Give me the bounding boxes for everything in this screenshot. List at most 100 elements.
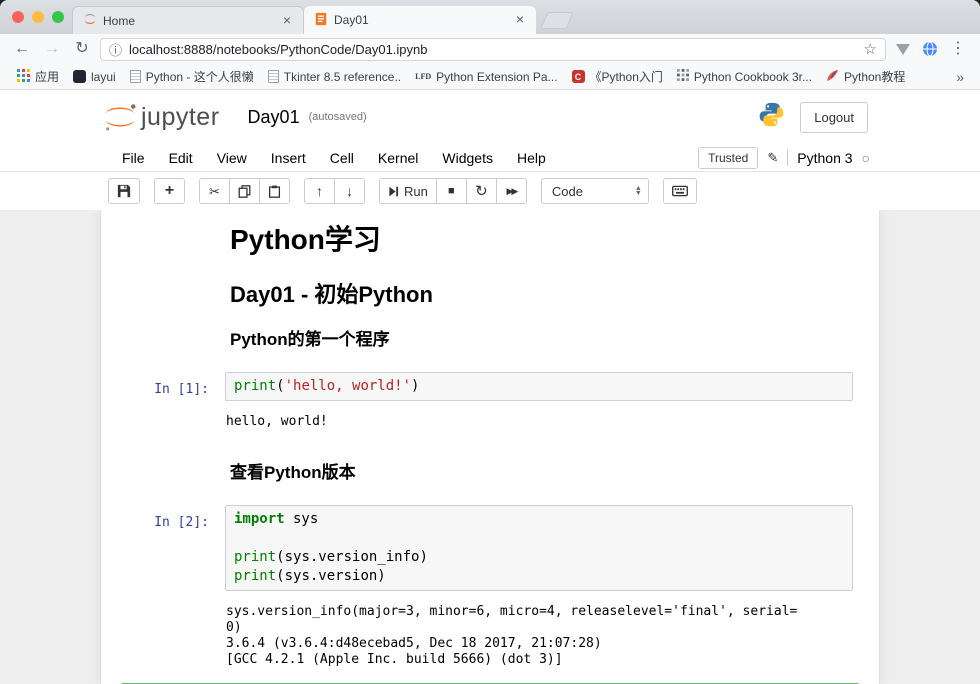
run-cell-button[interactable]: Run [379, 178, 437, 204]
markdown-cell-h2[interactable]: Day01 - 初始Python [121, 270, 859, 320]
new-tab-button[interactable] [541, 12, 574, 29]
code-token: (sys.version_info) [276, 549, 428, 565]
tab-close-icon[interactable]: × [279, 13, 295, 29]
menu-file[interactable]: File [110, 146, 157, 170]
prompt-spacer [127, 326, 225, 354]
insert-cell-button[interactable]: + [154, 178, 185, 204]
markdown-cell-h3-first-program[interactable]: Python的第一个程序 [121, 320, 859, 360]
save-button[interactable] [108, 178, 140, 204]
cell-output-2: sys.version_info(major=3, minor=6, micro… [225, 598, 853, 676]
page-favicon [268, 70, 279, 83]
cell-type-select[interactable]: Code ▲▼ [541, 178, 649, 204]
paste-cell-button[interactable] [259, 178, 290, 204]
bookmark-label: 《Python入门 [590, 68, 663, 85]
menubar-right: Trusted ✎ Python 3 ○ [698, 147, 870, 169]
code-cell-1[interactable]: In [1]: print('hello, world!') [121, 366, 859, 407]
logout-button[interactable]: Logout [800, 102, 868, 133]
jupyter-header: jupyter Day01 (autosaved) Logout [0, 90, 980, 144]
grid-favicon [677, 69, 689, 84]
code-editor-1[interactable]: print('hello, world!') [225, 372, 853, 401]
bookmark-label: Python Extension Pa... [436, 70, 557, 84]
layui-favicon [73, 70, 86, 83]
menu-view[interactable]: View [205, 146, 259, 170]
interrupt-kernel-button[interactable]: ■ [436, 178, 467, 204]
fast-forward-icon: ▶▶ [506, 187, 516, 196]
code-editor-2[interactable]: import sys print(sys.version_info) print… [225, 505, 853, 591]
bookmark-label: 应用 [35, 68, 59, 85]
arrow-down-icon: ↓ [346, 184, 353, 198]
bookmark-apps[interactable]: 应用 [10, 64, 66, 89]
heading-python-study: Python学习 [230, 224, 848, 256]
keyboard-icon [672, 185, 688, 197]
bookmark-python-blog[interactable]: Python - 这个人很懒 [123, 64, 261, 89]
browser-tab-day01[interactable]: Day01 × [304, 6, 536, 34]
restart-icon: ↻ [475, 184, 488, 199]
bookmark-layui[interactable]: layui [66, 64, 123, 89]
jupyter-wordmark: jupyter [141, 103, 220, 132]
bookmark-label: Tkinter 8.5 reference.. [284, 70, 401, 84]
menu-help[interactable]: Help [505, 146, 558, 170]
autosave-status: (autosaved) [309, 111, 367, 123]
code-line: print(sys.version) [234, 567, 844, 586]
forward-icon[interactable]: → [40, 37, 64, 61]
window-close-button[interactable] [12, 11, 24, 23]
code-cell-2[interactable]: In [2]: import sys print(sys.version_inf… [121, 499, 859, 597]
menu-insert[interactable]: Insert [259, 146, 318, 170]
window-zoom-button[interactable] [52, 11, 64, 23]
markdown-cell-h3-version[interactable]: 查看Python版本 [121, 439, 859, 493]
code-token: ) [411, 378, 419, 394]
bookmark-python-extension[interactable]: LFD Python Extension Pa... [408, 64, 564, 89]
window-minimize-button[interactable] [32, 11, 44, 23]
address-bar[interactable]: ⓘ localhost:8888/notebooks/PythonCode/Da… [100, 38, 886, 61]
page-favicon [130, 70, 141, 83]
copy-cell-button[interactable] [229, 178, 260, 204]
extension-globe-icon[interactable] [922, 41, 938, 57]
output-area-1: hello, world! [121, 407, 859, 439]
tab-close-icon[interactable]: × [512, 12, 528, 28]
bookmark-tkinter[interactable]: Tkinter 8.5 reference.. [261, 64, 408, 89]
notebook-title[interactable]: Day01 [248, 107, 300, 128]
page-info-icon[interactable]: ⓘ [109, 40, 122, 59]
browser-menu-icon[interactable]: ⋮ [946, 37, 970, 61]
tab-strip: Home × Day01 × [72, 0, 570, 34]
move-cell-up-button[interactable]: ↑ [304, 178, 335, 204]
prompt-spacer [127, 459, 225, 487]
code-token: ( [276, 378, 284, 394]
notebook-favicon [314, 12, 328, 29]
reload-icon[interactable]: ↻ [70, 37, 94, 61]
divider [787, 150, 788, 166]
menu-edit[interactable]: Edit [157, 146, 205, 170]
bookmark-python-cookbook[interactable]: Python Cookbook 3r... [670, 64, 819, 89]
code-line: print('hello, world!') [234, 377, 844, 396]
extension-triangle-icon[interactable] [896, 44, 910, 55]
move-cell-down-button[interactable]: ↓ [334, 178, 365, 204]
menu-cell[interactable]: Cell [318, 146, 366, 170]
browser-titlebar: Home × Day01 × [0, 0, 980, 34]
copy-icon [238, 185, 251, 198]
command-palette-button[interactable] [663, 178, 697, 204]
bookmarks-overflow-icon[interactable]: » [950, 69, 970, 85]
browser-tab-home[interactable]: Home × [72, 6, 304, 34]
bookmark-python-tutorial[interactable]: Python教程 [819, 64, 912, 89]
markdown-cell-h1[interactable]: Python学习 [121, 214, 859, 270]
restart-run-all-button[interactable]: ▶▶ [496, 178, 527, 204]
notebook-container: Python学习 Day01 - 初始Python Python的第一个程序 I… [100, 210, 880, 684]
cut-cell-button[interactable]: ✂ [199, 178, 230, 204]
run-icon [388, 186, 399, 197]
output-prompt-spacer [127, 598, 225, 676]
run-label: Run [404, 184, 428, 199]
apps-grid-icon [17, 69, 30, 85]
bookmark-python-intro[interactable]: C 《Python入门 [565, 64, 670, 89]
url-text: localhost:8888/notebooks/PythonCode/Day0… [129, 42, 857, 57]
select-arrows-icon: ▲▼ [635, 186, 642, 196]
jupyter-menubar: File Edit View Insert Cell Kernel Widget… [0, 144, 980, 172]
restart-kernel-button[interactable]: ↻ [466, 178, 497, 204]
code-line: import sys [234, 510, 844, 529]
menu-kernel[interactable]: Kernel [366, 146, 430, 170]
back-icon[interactable]: ← [10, 37, 34, 61]
bookmark-star-icon[interactable]: ☆ [864, 40, 877, 58]
trusted-button[interactable]: Trusted [698, 147, 758, 169]
jupyter-logo[interactable]: jupyter [102, 102, 220, 132]
bookmarks-bar: 应用 layui Python - 这个人很懒 Tkinter 8.5 refe… [0, 64, 980, 90]
menu-widgets[interactable]: Widgets [430, 146, 505, 170]
